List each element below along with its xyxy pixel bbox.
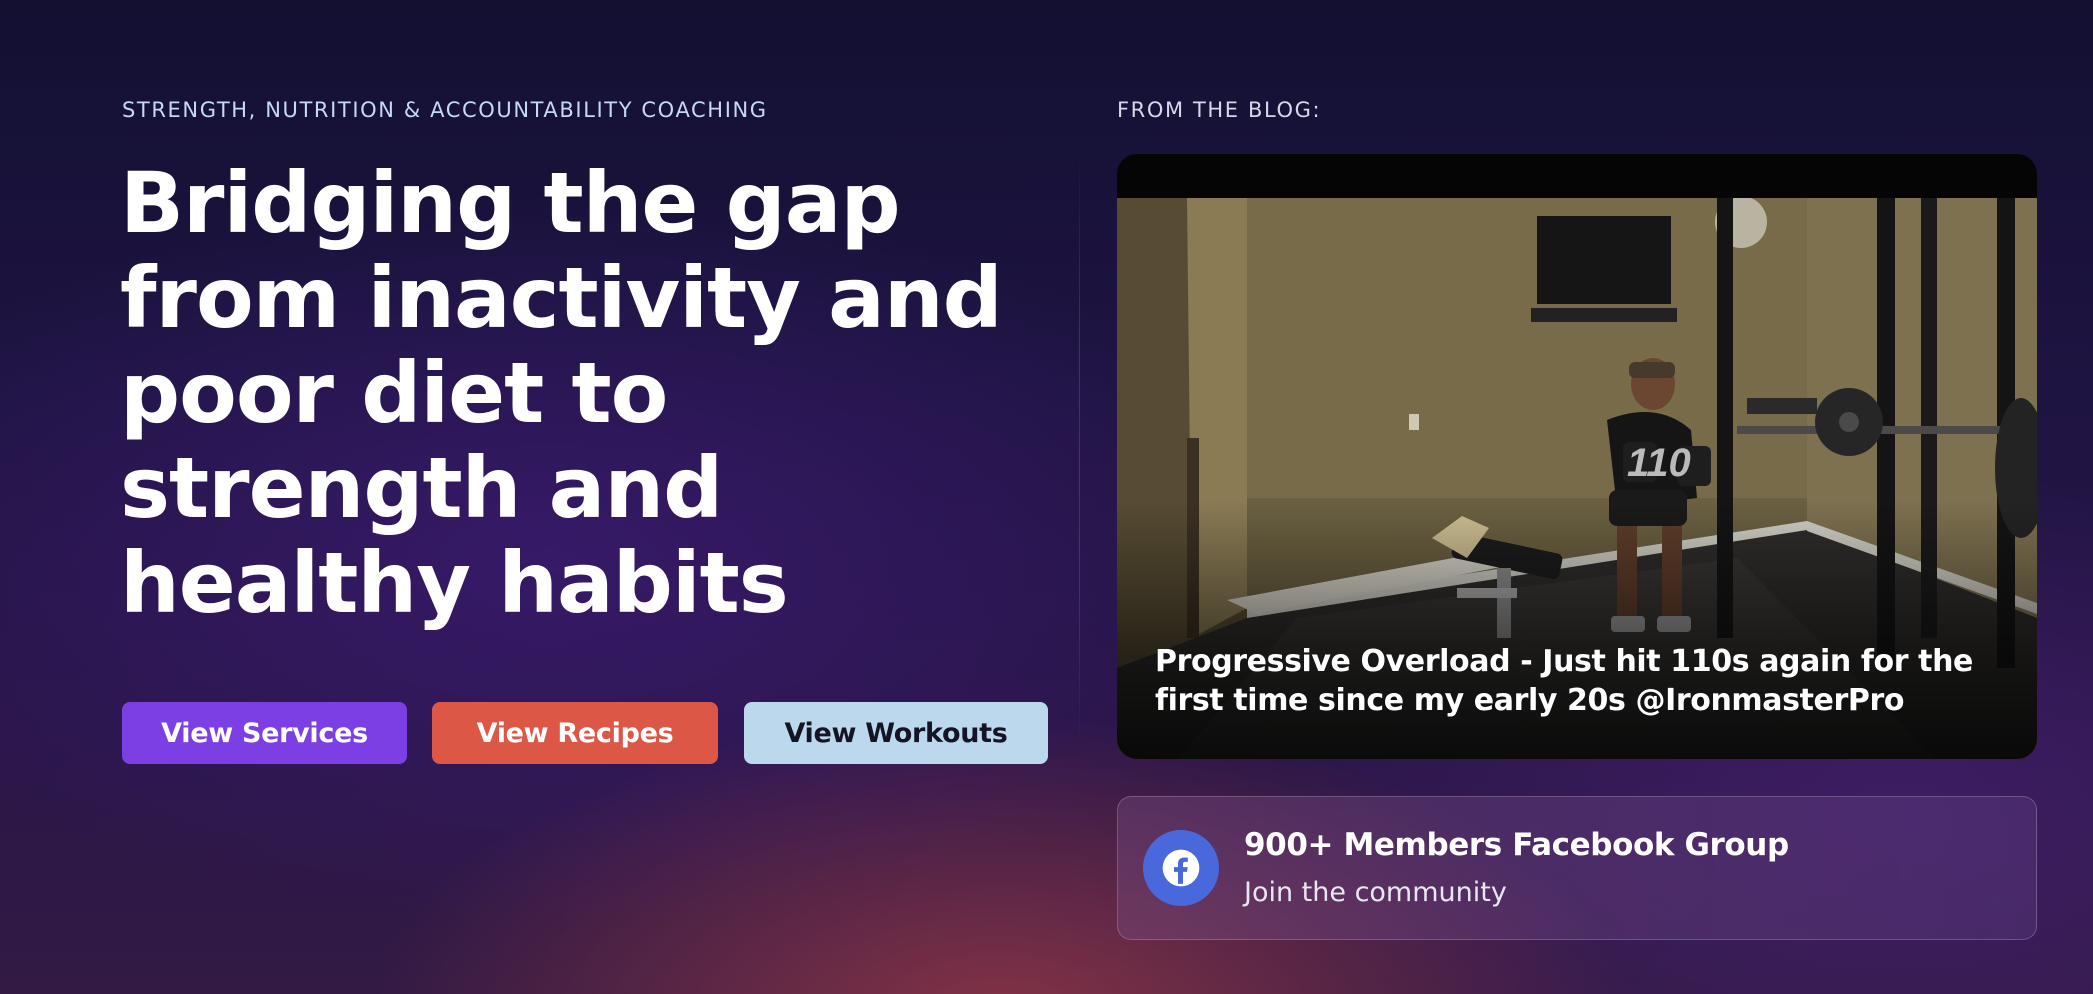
headline-line: healthy habits bbox=[120, 534, 789, 632]
headline-line: poor diet to bbox=[120, 344, 668, 442]
caption-shade bbox=[1117, 500, 2037, 759]
photo-overlay-text: 110 bbox=[1627, 441, 1691, 485]
blog-post-card[interactable]: 110 Progressive Overload - Just hit 110s… bbox=[1117, 154, 2037, 759]
facebook-group-title: 900+ Members Facebook Group bbox=[1244, 827, 1789, 863]
facebook-group-card[interactable]: 900+ Members Facebook Group Join the com… bbox=[1117, 796, 2037, 940]
headline-line: strength and bbox=[120, 439, 723, 537]
column-divider bbox=[1079, 150, 1080, 750]
view-workouts-button[interactable]: View Workouts bbox=[744, 702, 1048, 764]
facebook-group-subtitle: Join the community bbox=[1244, 877, 1507, 908]
blog-section-label: FROM THE BLOG: bbox=[1117, 98, 1322, 122]
headline-line: from inactivity and bbox=[120, 249, 1003, 347]
hero-eyebrow: STRENGTH, NUTRITION & ACCOUNTABILITY COA… bbox=[122, 98, 768, 122]
blog-post-title[interactable]: Progressive Overload - Just hit 110s aga… bbox=[1155, 642, 2015, 720]
headline-line: Bridging the gap bbox=[120, 154, 901, 252]
facebook-icon bbox=[1143, 830, 1219, 906]
hero-headline: Bridging the gap from inactivity and poo… bbox=[120, 156, 1020, 631]
view-services-button[interactable]: View Services bbox=[122, 702, 407, 764]
view-recipes-button[interactable]: View Recipes bbox=[432, 702, 718, 764]
